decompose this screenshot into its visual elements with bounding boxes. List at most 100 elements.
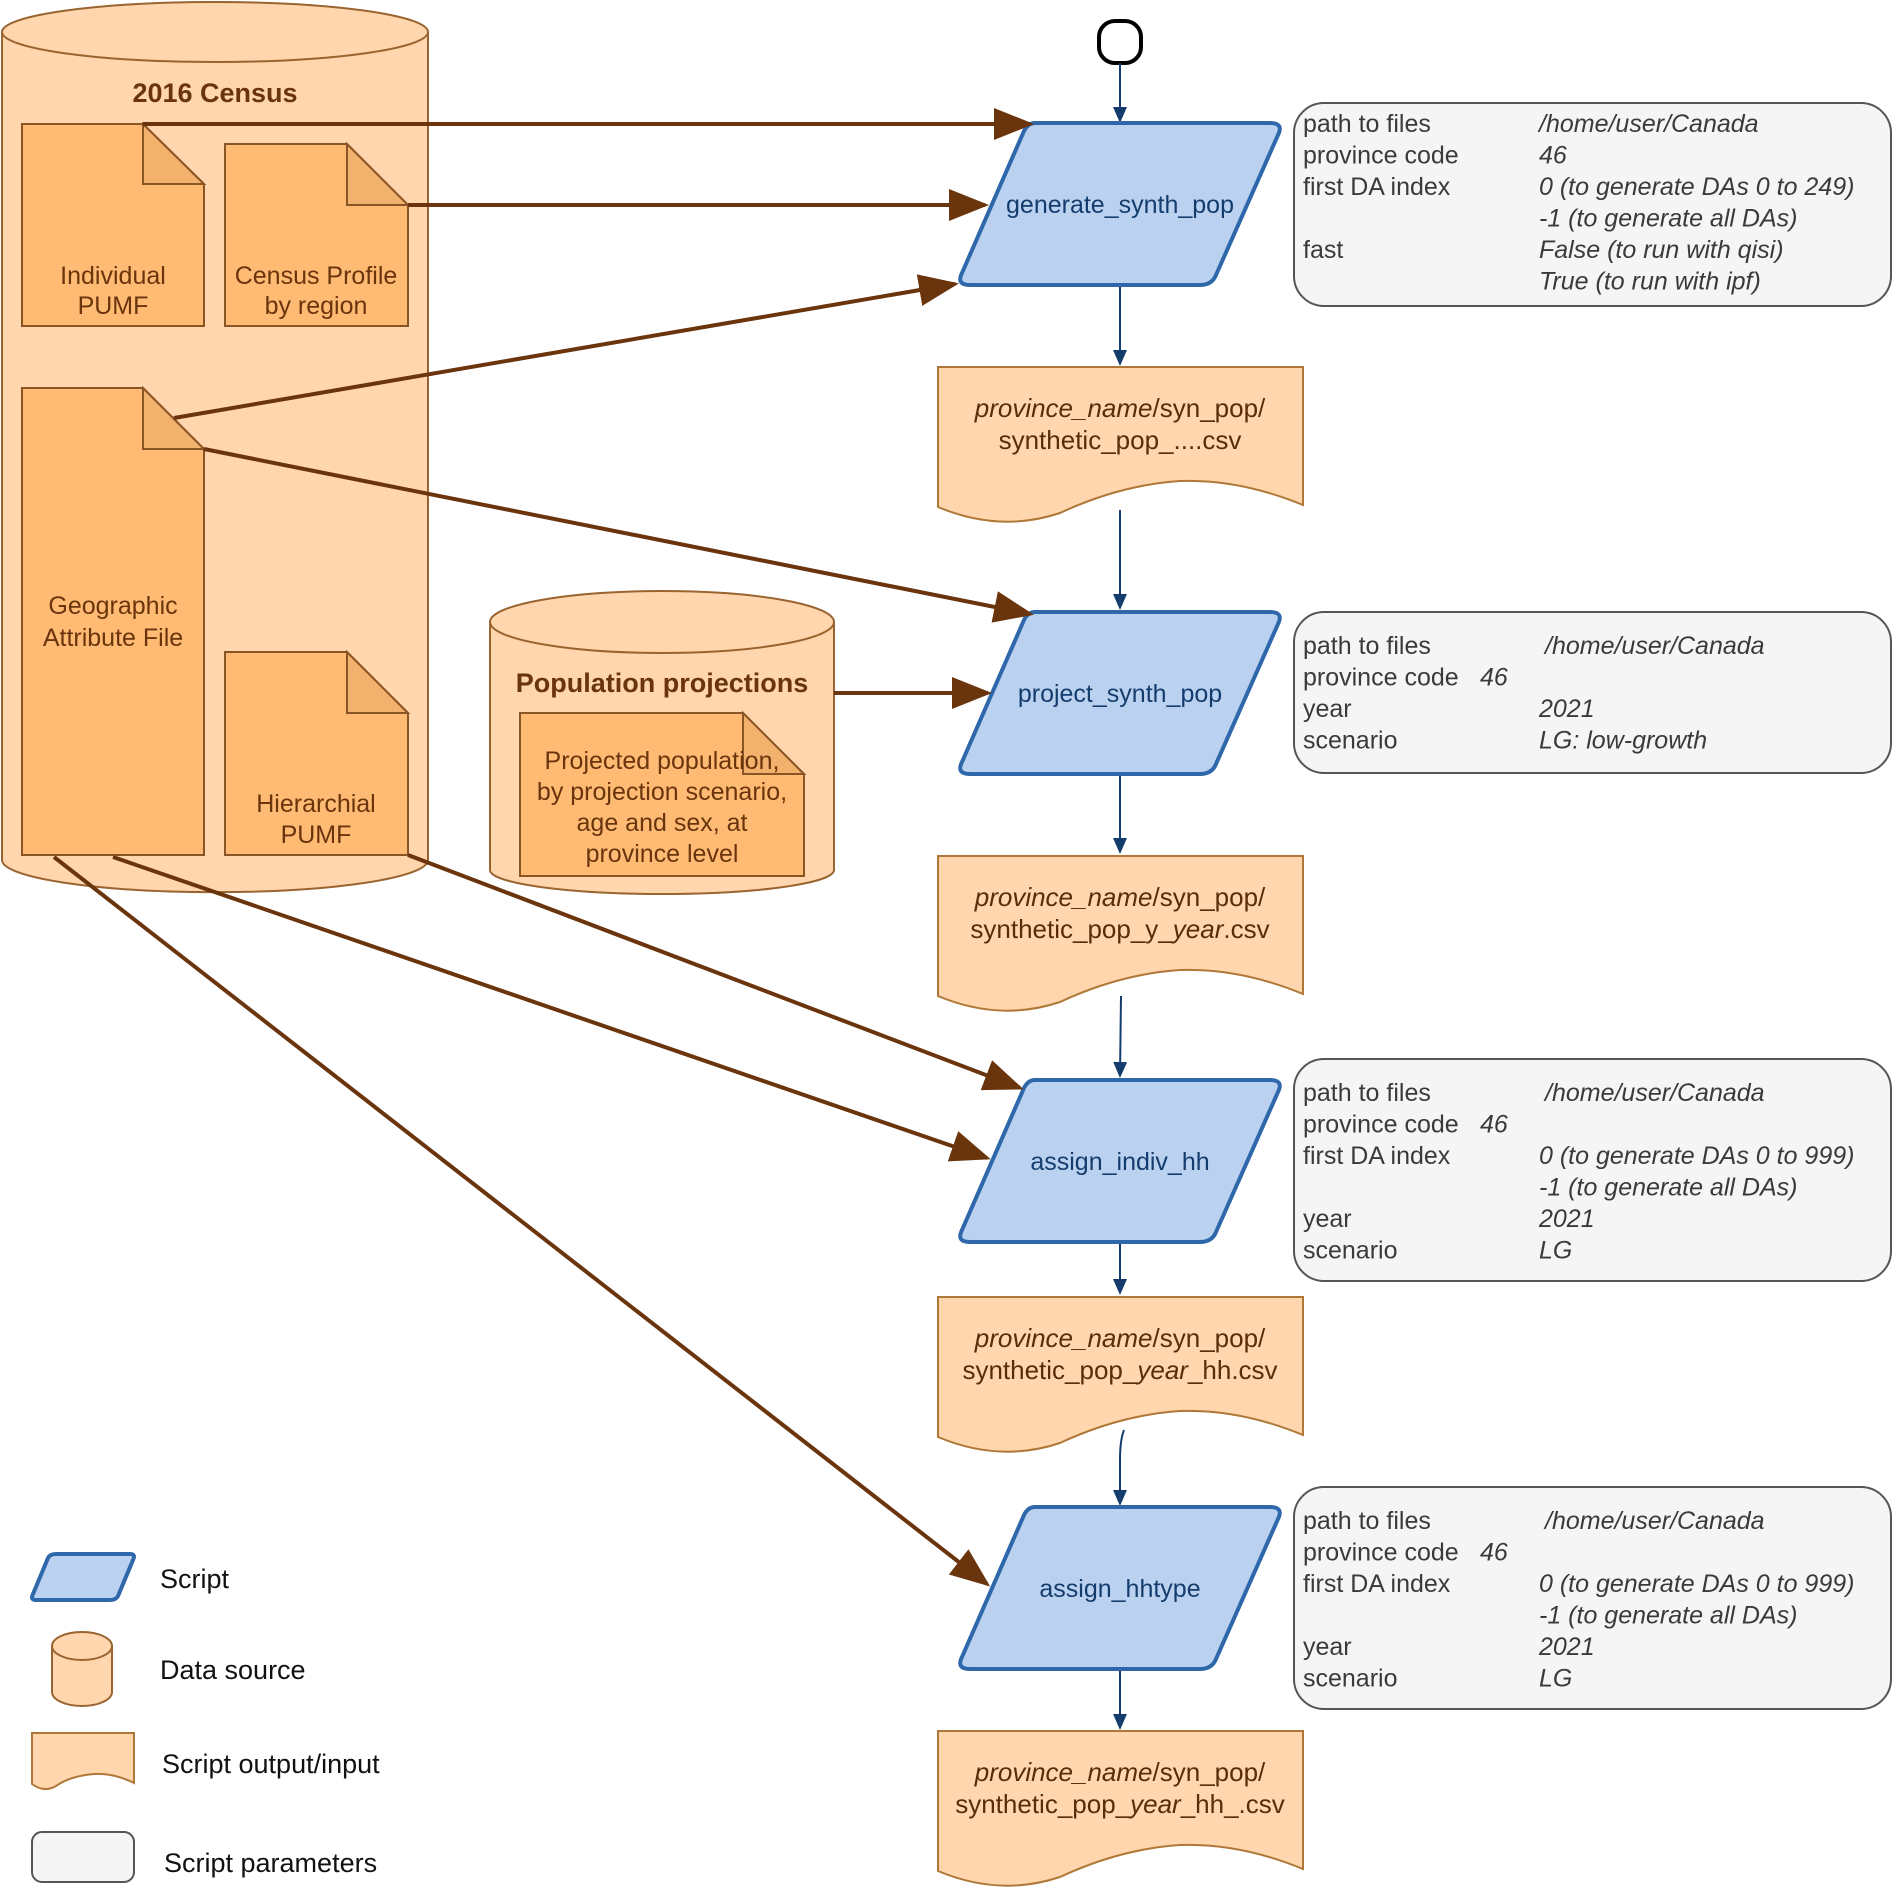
legend: Script Data source Script output/input S…	[30, 1552, 380, 1883]
legend-item-data-source: Data source	[51, 1631, 306, 1707]
output-filename-part: year	[1128, 1789, 1182, 1819]
parameters-box-1: path to files/home/user/Canada province c…	[1293, 102, 1892, 307]
flow-arrow	[1113, 1429, 1127, 1506]
doc-label: PUMF	[78, 292, 149, 320]
output-path-italic: province_name	[974, 1323, 1153, 1353]
output-filename-part: synthetic_pop_	[962, 1355, 1137, 1385]
output-filename-part: synthetic_pop_....csv	[999, 425, 1242, 455]
parameter-value: LG	[1539, 1237, 1572, 1265]
output-file-3[interactable]: province_name/syn_pop/synthetic_pop_year…	[937, 1296, 1304, 1453]
parameter-value: /home/user/Canada	[1543, 632, 1765, 660]
parameter-label: path to files	[1303, 110, 1431, 138]
output-filename-part: year	[1135, 1355, 1189, 1385]
output-file-1[interactable]: province_name/syn_pop/synthetic_pop_....…	[937, 366, 1304, 523]
doc-label: Hierarchial	[256, 790, 375, 818]
output-path-line2: synthetic_pop_....csv	[999, 425, 1242, 455]
parameter-label: path to files	[1303, 1079, 1431, 1107]
output-path-italic: province_name	[974, 393, 1153, 423]
parameter-value: LG	[1539, 1665, 1572, 1693]
parameter-value: 2021	[1538, 695, 1595, 723]
output-filename-part: synthetic_pop_	[955, 1789, 1130, 1819]
output-path-line2: synthetic_pop_y_year.csv	[970, 914, 1269, 944]
script-project-synth-pop[interactable]: project_synth_pop	[958, 610, 1282, 776]
doc-geographic-attribute-file[interactable]: Geographic Attribute File	[21, 385, 207, 856]
legend-parameters-icon	[31, 1831, 135, 1883]
start-terminal[interactable]	[1097, 19, 1143, 65]
parameter-label: scenario	[1303, 727, 1398, 755]
legend-label: Script parameters	[164, 1848, 377, 1878]
legend-item-parameters: Script parameters	[31, 1831, 377, 1883]
parameter-value: /home/user/Canada	[1537, 110, 1759, 138]
flowchart-canvas: 2016 Census Individual PUMF Census Profi…	[1, 1, 1892, 1887]
output-path-line1: province_name/syn_pop/	[974, 393, 1266, 423]
script-assign-hhtype[interactable]: assign_hhtype	[958, 1505, 1282, 1671]
parameter-value: /home/user/Canada	[1543, 1507, 1765, 1535]
parameter-label: year	[1303, 695, 1352, 723]
parameter-label: province code	[1303, 142, 1459, 170]
projections-title: Population projections	[516, 668, 809, 698]
parameter-label: province code	[1303, 1111, 1459, 1139]
census-title: 2016 Census	[132, 78, 297, 108]
output-path-italic: province_name	[974, 1757, 1153, 1787]
output-path-rest: /syn_pop/	[1153, 393, 1267, 423]
parameter-value: -1 (to generate all DAs)	[1539, 1174, 1797, 1202]
output-path-rest: /syn_pop/	[1153, 882, 1267, 912]
output-path-line1: province_name/syn_pop/	[974, 1757, 1266, 1787]
parameter-label: year	[1303, 1633, 1352, 1661]
output-file-4[interactable]: province_name/syn_pop/synthetic_pop_year…	[937, 1730, 1304, 1887]
output-filename-part: synthetic_pop_y_	[970, 914, 1173, 944]
parameter-label: first DA index	[1303, 173, 1451, 201]
data-arrow-geographic-to-assign-hhtype	[52, 855, 991, 1587]
script-generate-synth-pop[interactable]: generate_synth_pop	[958, 121, 1282, 287]
parameter-value: 2021	[1538, 1633, 1595, 1661]
parameter-label: first DA index	[1303, 1570, 1451, 1598]
doc-label: by region	[265, 292, 368, 320]
parameter-value: 2021	[1538, 1205, 1595, 1233]
doc-label: age and sex, at	[577, 809, 748, 837]
output-path-italic: province_name	[974, 882, 1153, 912]
doc-projected-population[interactable]: Projected population, by projection scen…	[519, 710, 807, 877]
doc-label: province level	[586, 840, 739, 868]
script-name: project_synth_pop	[1018, 680, 1222, 708]
output-path-rest: /syn_pop/	[1153, 1323, 1267, 1353]
parameter-value: /home/user/Canada	[1543, 1079, 1765, 1107]
doc-label: PUMF	[281, 821, 352, 849]
legend-script-icon	[30, 1552, 136, 1602]
parameter-value: 0 (to generate DAs 0 to 999)	[1539, 1142, 1854, 1170]
script-name: assign_hhtype	[1039, 1575, 1200, 1603]
doc-label: Projected population,	[545, 747, 780, 775]
legend-label: Script	[160, 1564, 230, 1594]
output-path-line2: synthetic_pop_year_hh.csv	[962, 1355, 1277, 1385]
legend-data-source-icon-top	[51, 1631, 113, 1661]
doc-label: Attribute File	[43, 624, 183, 652]
parameter-label: first DA index	[1303, 1142, 1451, 1170]
output-file-2[interactable]: province_name/syn_pop/synthetic_pop_y_ye…	[937, 855, 1304, 1012]
parameter-value: 0 (to generate DAs 0 to 999)	[1539, 1570, 1854, 1598]
legend-label: Script output/input	[162, 1749, 380, 1779]
doc-label: Census Profile	[235, 262, 398, 290]
parameter-value: 46	[1480, 664, 1508, 692]
parameter-value: LG: low-growth	[1539, 727, 1707, 755]
parameter-label: province code	[1303, 1539, 1459, 1567]
doc-label: by projection scenario,	[537, 778, 787, 806]
output-filename-part: year	[1171, 914, 1225, 944]
parameter-label: path to files	[1303, 1507, 1431, 1535]
legend-item-output: Script output/input	[31, 1732, 380, 1790]
legend-label: Data source	[160, 1655, 306, 1685]
flow-arrow	[1113, 995, 1128, 1078]
script-assign-indiv-hh[interactable]: assign_indiv_hh	[958, 1078, 1282, 1244]
parameter-value: 0 (to generate DAs 0 to 249)	[1539, 173, 1854, 201]
parameter-value: True (to run with ipf)	[1539, 268, 1761, 296]
parameter-label: year	[1303, 1205, 1352, 1233]
parameter-value: False (to run with qisi)	[1539, 236, 1784, 264]
parameter-value: 46	[1480, 1111, 1508, 1139]
parameter-label: scenario	[1303, 1237, 1398, 1265]
parameter-value: -1 (to generate all DAs)	[1539, 205, 1797, 233]
parameter-value: -1 (to generate all DAs)	[1539, 1602, 1797, 1630]
parameters-box-3: path to files/home/user/Canada province c…	[1293, 1058, 1892, 1282]
parameter-value: 46	[1539, 142, 1567, 170]
legend-item-script: Script	[30, 1552, 230, 1602]
output-path-line1: province_name/syn_pop/	[974, 882, 1266, 912]
script-name: assign_indiv_hh	[1030, 1148, 1209, 1176]
output-path-rest: /syn_pop/	[1153, 1757, 1267, 1787]
